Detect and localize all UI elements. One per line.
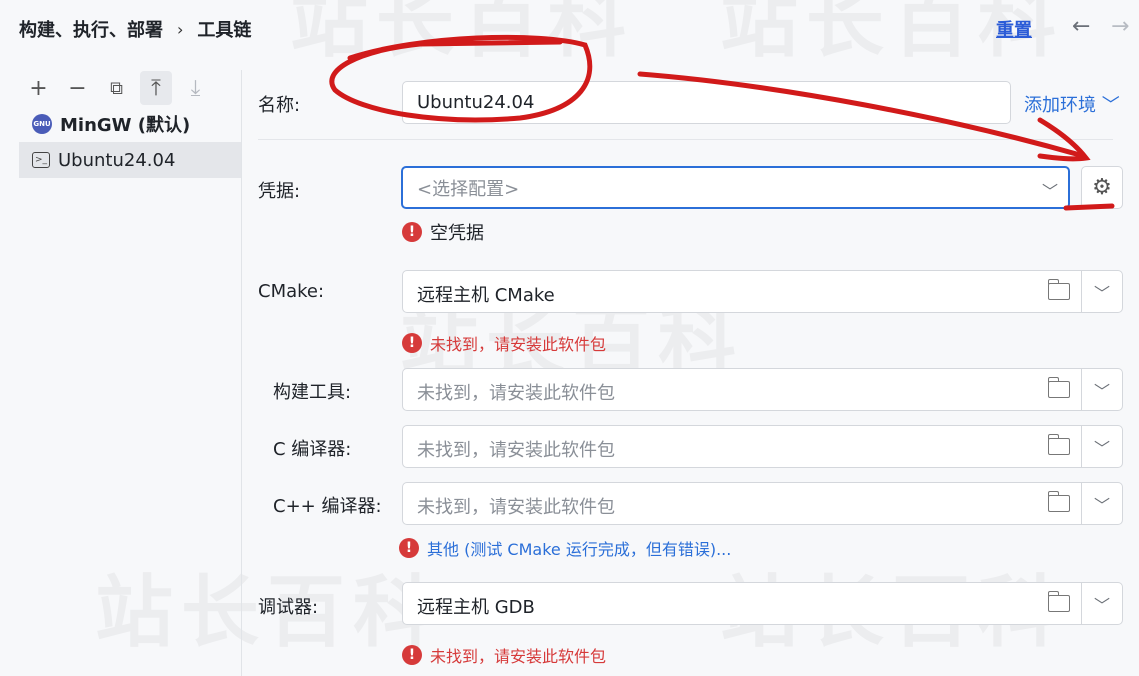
folder-icon[interactable] bbox=[1047, 434, 1070, 455]
add-icon[interactable]: + bbox=[19, 71, 58, 105]
toolchain-sidebar: + − ⧉ ⤒ ⤓ GNU MinGW (默认) >_ Ubuntu24.04 bbox=[19, 70, 242, 676]
compiler-error-link[interactable]: ! 其他 (测试 CMake 运行完成，但有错误)... bbox=[399, 536, 731, 560]
debugger-label: 调试器: bbox=[258, 597, 319, 618]
cmake-error: ! 未找到，请安装此软件包 bbox=[402, 331, 606, 355]
chevron-down-icon: ﹀ bbox=[1041, 182, 1058, 201]
gear-icon[interactable]: ⚙ bbox=[1081, 166, 1123, 209]
chevron-down-icon[interactable]: ﹀ bbox=[1094, 435, 1110, 459]
chevron-down-icon[interactable]: ﹀ bbox=[1094, 492, 1110, 516]
credentials-select[interactable]: <选择配置> ﹀ bbox=[401, 166, 1070, 209]
divider bbox=[1081, 426, 1082, 467]
breadcrumb-item-build[interactable]: 构建、执行、部署 bbox=[19, 16, 163, 42]
breadcrumb-item-toolchains: 工具链 bbox=[197, 20, 252, 41]
error-text: 空凭据 bbox=[430, 223, 484, 244]
sidebar-item-mingw[interactable]: GNU MinGW (默认) bbox=[19, 106, 241, 142]
build-tool-select[interactable]: 未找到，请安装此软件包 ﹀ bbox=[402, 368, 1123, 411]
reset-link[interactable]: 重置 bbox=[996, 16, 1032, 42]
c-compiler-value: 未找到，请安装此软件包 bbox=[417, 440, 615, 461]
credentials-label: 凭据: bbox=[258, 181, 301, 202]
debugger-select[interactable]: 远程主机 GDB ﹀ bbox=[402, 582, 1123, 625]
divider bbox=[1081, 583, 1082, 624]
cpp-compiler-select[interactable]: 未找到，请安装此软件包 ﹀ bbox=[402, 482, 1123, 525]
remove-icon[interactable]: − bbox=[58, 71, 97, 105]
error-text: 其他 (测试 CMake 运行完成，但有错误)... bbox=[427, 540, 732, 559]
arrow-left-icon[interactable]: ← bbox=[1072, 14, 1090, 39]
move-up-icon[interactable]: ⤒ bbox=[140, 71, 172, 105]
c-compiler-select[interactable]: 未找到，请安装此软件包 ﹀ bbox=[402, 425, 1123, 468]
chevron-down-icon[interactable]: ﹀ bbox=[1094, 378, 1110, 402]
cmake-select[interactable]: 远程主机 CMake ﹀ bbox=[402, 270, 1123, 313]
error-text: 未找到，请安装此软件包 bbox=[430, 335, 607, 354]
sidebar-item-ubuntu[interactable]: >_ Ubuntu24.04 bbox=[19, 142, 241, 178]
debugger-error: ! 未找到，请安装此软件包 bbox=[402, 643, 606, 667]
folder-icon[interactable] bbox=[1047, 279, 1070, 300]
debugger-value: 远程主机 GDB bbox=[417, 597, 535, 618]
divider bbox=[258, 139, 1113, 140]
divider bbox=[1081, 369, 1082, 410]
error-text: 未找到，请安装此软件包 bbox=[430, 647, 607, 666]
arrow-right-icon[interactable]: → bbox=[1111, 14, 1129, 39]
chevron-down-icon[interactable]: ﹀ bbox=[1094, 592, 1110, 616]
sidebar-item-label: Ubuntu24.04 bbox=[58, 149, 176, 171]
cmake-value: 远程主机 CMake bbox=[417, 285, 555, 306]
error-icon: ! bbox=[402, 222, 422, 242]
folder-icon[interactable] bbox=[1047, 591, 1070, 612]
error-icon: ! bbox=[402, 645, 422, 665]
error-icon: ! bbox=[402, 333, 422, 353]
header-bar: 构建、执行、部署 › 工具链 重置 ← → bbox=[0, 0, 1139, 56]
copy-icon[interactable]: ⧉ bbox=[97, 71, 136, 105]
breadcrumb-separator: › bbox=[177, 19, 184, 39]
breadcrumb: 构建、执行、部署 › 工具链 bbox=[19, 16, 251, 42]
chevron-down-icon[interactable]: ﹀ bbox=[1094, 280, 1110, 304]
build-tool-label: 构建工具: bbox=[273, 382, 352, 403]
name-label: 名称: bbox=[258, 95, 301, 116]
move-down-icon[interactable]: ⤓ bbox=[176, 71, 215, 105]
sidebar-item-label: MinGW (默认) bbox=[60, 115, 191, 136]
folder-icon[interactable] bbox=[1047, 491, 1070, 512]
build-tool-value: 未找到，请安装此软件包 bbox=[417, 383, 615, 404]
cmake-label: CMake: bbox=[258, 281, 325, 302]
credentials-placeholder: <选择配置> bbox=[417, 178, 520, 200]
error-icon: ! bbox=[399, 538, 419, 558]
gnu-icon: GNU bbox=[32, 114, 52, 134]
c-compiler-label: C 编译器: bbox=[273, 439, 352, 460]
add-environment-dropdown[interactable]: 添加环境 ﹀ bbox=[1024, 91, 1120, 117]
cpp-compiler-value: 未找到，请安装此软件包 bbox=[417, 497, 615, 518]
folder-icon[interactable] bbox=[1047, 377, 1070, 398]
cpp-compiler-label: C++ 编译器: bbox=[273, 496, 382, 517]
terminal-icon: >_ bbox=[32, 152, 50, 168]
credentials-error: ! 空凭据 bbox=[402, 219, 484, 245]
divider bbox=[1081, 271, 1082, 312]
divider bbox=[1081, 483, 1082, 524]
sidebar-toolbar: + − ⧉ ⤒ ⤓ bbox=[19, 70, 241, 106]
name-field[interactable]: Ubuntu24.04 bbox=[402, 81, 1011, 124]
